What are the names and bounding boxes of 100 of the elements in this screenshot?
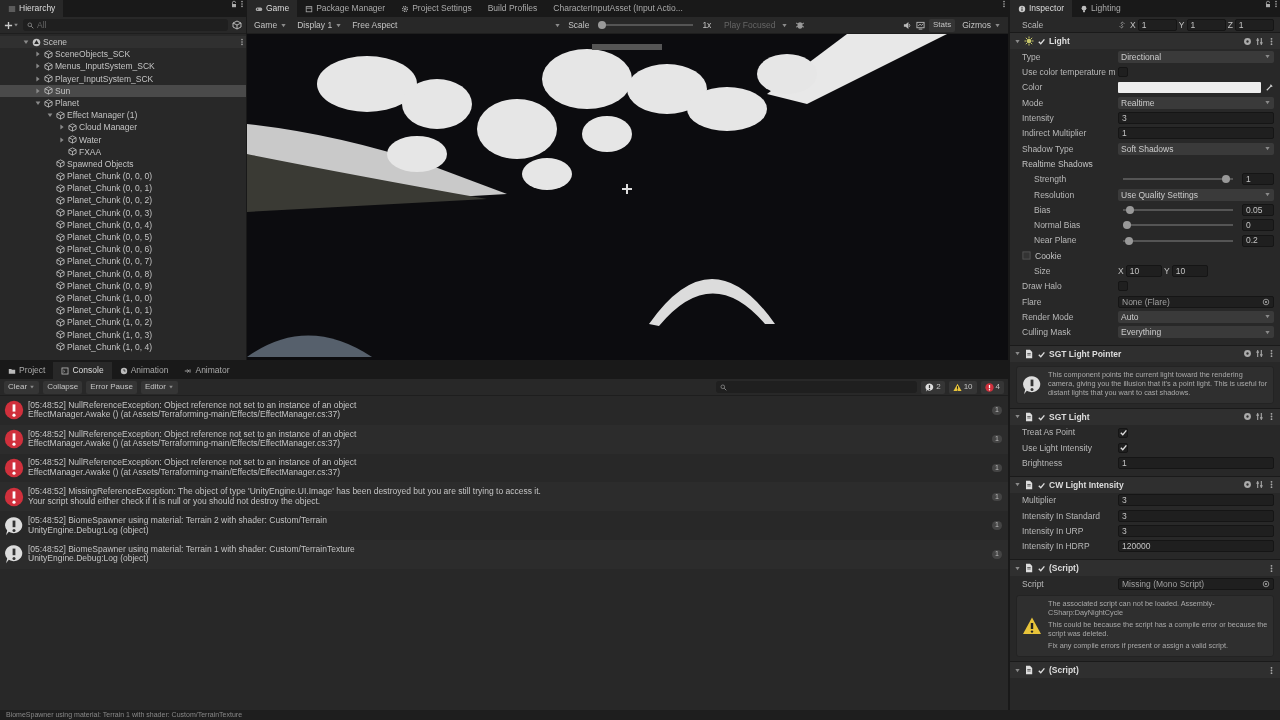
tree-item[interactable]: Planet_Chunk (0, 0, 0) bbox=[0, 170, 246, 183]
number-field[interactable]: 1 bbox=[1234, 18, 1274, 31]
tab[interactable]: Hierarchy bbox=[0, 0, 64, 17]
object-picker-icon[interactable] bbox=[1262, 297, 1270, 306]
log-message-detail[interactable]: Your script should either check if it is null or you should not destroy the object. bbox=[28, 496, 989, 507]
log-message-detail[interactable]: EffectManager.Awake () (at Assets/Terraforming-main/Effects/EffectManager.cs:37) bbox=[28, 410, 989, 420]
number-field[interactable]: 0 bbox=[1242, 219, 1274, 232]
tab[interactable]: Build Profiles bbox=[479, 0, 546, 17]
tree-item[interactable]: SceneObjects_SCK bbox=[0, 48, 246, 61]
checkbox[interactable] bbox=[1118, 442, 1128, 453]
tree-item[interactable]: Cloud Manager bbox=[0, 121, 246, 134]
gizmos-dropdown[interactable]: Gizmos bbox=[959, 18, 1004, 32]
display-dropdown[interactable]: Display 1 bbox=[294, 18, 346, 32]
eyedropper-icon[interactable] bbox=[1265, 83, 1274, 93]
dropdown[interactable]: Soft Shadows bbox=[1118, 142, 1274, 155]
enabled-checkbox[interactable] bbox=[1037, 36, 1046, 47]
tree-item[interactable]: Menus_InputSystem_SCK bbox=[0, 60, 246, 73]
bug-icon[interactable] bbox=[794, 20, 805, 30]
help-icon[interactable] bbox=[1243, 36, 1252, 46]
slider-thumb[interactable] bbox=[598, 21, 607, 29]
caret-icon[interactable] bbox=[1014, 564, 1021, 572]
add-button[interactable] bbox=[4, 20, 19, 30]
caret-icon[interactable] bbox=[1014, 481, 1021, 489]
tree-item[interactable]: Sun bbox=[0, 84, 246, 97]
slider-thumb[interactable] bbox=[1221, 175, 1230, 184]
tree-item[interactable]: Planet_Chunk (1, 0, 0) bbox=[0, 291, 246, 305]
tree-item[interactable]: Effect Manager (1) bbox=[0, 109, 246, 122]
dropdown[interactable]: Use Quality Settings bbox=[1118, 188, 1274, 201]
clear-button[interactable]: Clear bbox=[4, 380, 40, 394]
display-icon[interactable] bbox=[915, 20, 925, 30]
tree-item[interactable]: Player_InputSystem_SCK bbox=[0, 72, 246, 85]
log-message-detail[interactable]: UnityEngine.Debug:Log (object) bbox=[28, 525, 989, 536]
tree-item[interactable]: Planet_Chunk (0, 0, 1) bbox=[0, 182, 246, 195]
error-pause-button[interactable]: Error Pause bbox=[86, 380, 137, 394]
number-field[interactable]: 10 bbox=[1125, 265, 1162, 278]
color-field[interactable] bbox=[1118, 82, 1261, 94]
number-field[interactable]: 1 bbox=[1242, 173, 1274, 186]
presets-icon[interactable] bbox=[1255, 349, 1264, 359]
tab[interactable]: Game bbox=[247, 0, 298, 17]
dropdown[interactable]: Directional bbox=[1118, 50, 1274, 63]
number-field[interactable]: 0.05 bbox=[1242, 203, 1274, 216]
number-field[interactable]: 1 bbox=[1118, 127, 1274, 140]
tab[interactable]: Animation bbox=[111, 362, 177, 379]
tab[interactable]: Project Settings bbox=[393, 0, 480, 17]
tree-item[interactable]: Planet_Chunk (0, 0, 7) bbox=[0, 255, 246, 268]
tab[interactable]: Package Manager bbox=[297, 0, 394, 17]
caret-icon[interactable] bbox=[1014, 37, 1021, 45]
number-field[interactable]: 3 bbox=[1118, 525, 1274, 538]
log-message[interactable]: [05:48:52] BiomeSpawner using material: Terrain 2 with shader: Custom/Terrain bbox=[28, 516, 989, 526]
log-filter-toggle[interactable]: 2 bbox=[921, 380, 945, 394]
tab[interactable]: Lighting bbox=[1071, 0, 1129, 17]
number-field[interactable]: 1 bbox=[1137, 18, 1177, 31]
slider-thumb[interactable] bbox=[1123, 221, 1131, 230]
kebab-icon[interactable] bbox=[1000, 0, 1008, 8]
help-icon[interactable] bbox=[1243, 349, 1252, 359]
tab[interactable]: Project bbox=[0, 362, 54, 379]
number-field[interactable]: 120000 bbox=[1118, 540, 1274, 553]
number-field[interactable]: 10 bbox=[1171, 265, 1208, 278]
dropdown[interactable]: Auto bbox=[1118, 311, 1274, 323]
log-filter-toggle[interactable]: 10 bbox=[948, 380, 977, 394]
number-field[interactable]: 0.2 bbox=[1242, 234, 1274, 247]
log-message[interactable]: [05:48:52] MissingReferenceException: The object of type 'UnityEngine.UI.Image' has been destroyed but you are still trying to access it. bbox=[28, 487, 989, 497]
number-field[interactable]: 1 bbox=[1186, 18, 1226, 31]
editor-button[interactable]: Editor bbox=[140, 380, 178, 394]
tab[interactable]: Console bbox=[53, 362, 112, 379]
stats-button[interactable]: Stats bbox=[928, 18, 956, 32]
tree-item[interactable]: Planet_Chunk (1, 0, 2) bbox=[0, 316, 246, 329]
tree-item[interactable]: Planet_Chunk (1, 0, 1) bbox=[0, 304, 246, 317]
kebab-icon[interactable] bbox=[238, 38, 246, 47]
tree-item[interactable]: Scene bbox=[0, 36, 246, 49]
tree-item[interactable]: Planet_Chunk (0, 0, 8) bbox=[0, 267, 246, 280]
tree-item[interactable]: Spawned Objects bbox=[0, 157, 246, 171]
texture-thumbnail-icon[interactable] bbox=[1022, 251, 1031, 261]
tree-item[interactable]: Planet_Chunk (1, 0, 4) bbox=[0, 340, 246, 353]
slider-thumb[interactable] bbox=[1125, 236, 1134, 245]
number-field[interactable]: 3 bbox=[1118, 509, 1274, 522]
kebab-icon[interactable] bbox=[1272, 0, 1280, 8]
presets-icon[interactable] bbox=[1255, 412, 1264, 422]
log-message[interactable]: [05:48:52] BiomeSpawner using material: Terrain 1 with shader: Custom/TerrainTexture bbox=[28, 544, 989, 555]
kebab-icon[interactable] bbox=[238, 0, 246, 8]
tab[interactable]: CharacterInputAsset (Input Actio... bbox=[545, 0, 691, 17]
view-dropdown[interactable]: Game bbox=[251, 18, 291, 32]
collapse-button[interactable]: Collapse bbox=[43, 380, 83, 394]
log-message-detail[interactable]: EffectManager.Awake () (at Assets/Terraforming-main/Effects/EffectManager.cs:37) bbox=[28, 468, 989, 478]
log-message[interactable]: [05:48:52] NullReferenceException: Object reference not set to an instance of an object bbox=[28, 458, 989, 468]
presets-icon[interactable] bbox=[1255, 36, 1264, 46]
help-icon[interactable] bbox=[1243, 480, 1252, 490]
presets-icon[interactable] bbox=[1255, 480, 1264, 490]
tree-item[interactable]: Planet_Chunk (0, 0, 5) bbox=[0, 231, 246, 244]
number-field[interactable]: 3 bbox=[1118, 494, 1274, 507]
tree-item[interactable]: Planet_Chunk (0, 0, 3) bbox=[0, 206, 246, 219]
scene-visibility-icon[interactable] bbox=[232, 20, 242, 30]
dropdown[interactable]: Realtime bbox=[1118, 96, 1274, 109]
help-icon[interactable] bbox=[1243, 412, 1252, 422]
tree-item[interactable]: FXAA bbox=[0, 145, 246, 158]
slider-thumb[interactable] bbox=[1126, 205, 1135, 214]
log-message[interactable]: [05:48:52] NullReferenceException: Object reference not set to an instance of an object bbox=[28, 400, 989, 411]
object-field[interactable]: Missing (Mono Script) bbox=[1118, 577, 1274, 590]
caret-icon[interactable] bbox=[1014, 413, 1021, 421]
tree-item[interactable]: Water bbox=[0, 133, 246, 146]
